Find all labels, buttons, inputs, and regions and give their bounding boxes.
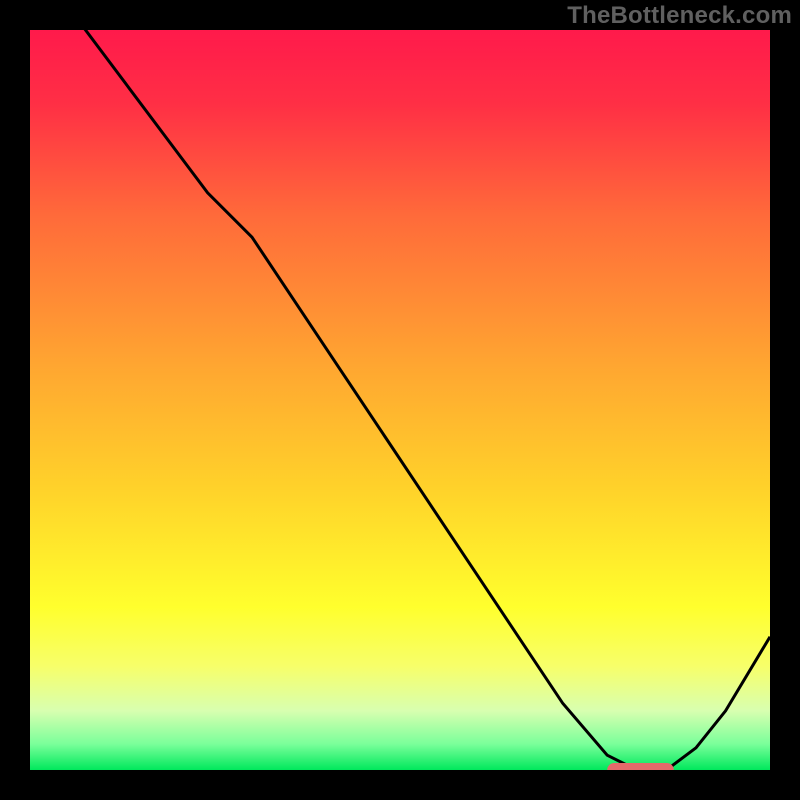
optimal-marker [607, 763, 674, 770]
gradient-background [30, 30, 770, 770]
plot-area [30, 30, 770, 770]
chart-frame: TheBottleneck.com [0, 0, 800, 800]
watermark-text: TheBottleneck.com [567, 2, 792, 30]
bottleneck-chart [30, 30, 770, 770]
